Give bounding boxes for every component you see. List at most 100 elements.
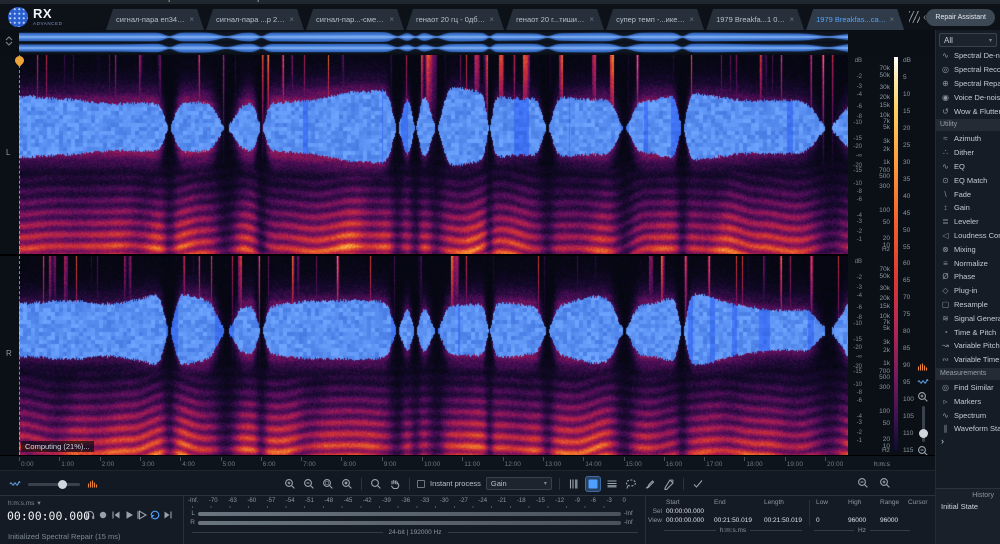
tab[interactable]: 1979 Breakfas...ca- st1 .wav× (806, 9, 904, 30)
time-frequency-selection-tool[interactable] (586, 477, 600, 491)
tab[interactable]: сигнал-пара ...р 2 и 3 .wav× (206, 9, 304, 30)
h-zoom-out-button[interactable] (856, 476, 870, 490)
module-item-phase[interactable]: ØPhase (936, 270, 1000, 284)
module-item-mixing[interactable]: ⊗Mixing (936, 242, 1000, 256)
module-list-expander[interactable]: › (936, 436, 1000, 450)
wave-db-label: -15 (848, 168, 862, 174)
brand-name: RX (33, 7, 62, 21)
brush-selection-tool[interactable] (643, 477, 657, 491)
record-button[interactable] (97, 509, 109, 521)
monitor-button[interactable] (84, 509, 96, 521)
h-zoom-in-button[interactable] (878, 476, 892, 490)
tab[interactable]: супер темп -...ике ст1.wav× (606, 9, 704, 30)
tab-close-icon[interactable]: × (289, 15, 294, 24)
waveform-view-icon[interactable] (8, 477, 22, 491)
playhead-line[interactable] (19, 55, 20, 455)
adaptive-mode-icon[interactable] (691, 477, 705, 491)
vertical-zoom-knob[interactable] (919, 429, 928, 438)
lasso-selection-tool[interactable] (624, 477, 638, 491)
hand-tool-button[interactable] (388, 477, 402, 491)
time-selection-tool[interactable] (567, 477, 581, 491)
overview-waveform-canvas[interactable] (19, 31, 848, 54)
spectrogram-canvas-right-channel[interactable] (19, 256, 848, 455)
menu-item[interactable]: Transport (145, 0, 183, 2)
repair-assistant-button[interactable]: Repair Assistant (926, 9, 995, 26)
tab-close-icon[interactable]: × (789, 15, 794, 24)
magnify-tool-button[interactable] (369, 477, 383, 491)
menu-item[interactable]: View (64, 0, 83, 2)
toolbar: Instant processGain▾ (0, 470, 935, 495)
module-item-waveform-statistics[interactable]: ∥Waveform Statistics (936, 422, 1000, 436)
module-item-voice-de-noise[interactable]: ◉Voice De-noise (936, 90, 1000, 104)
tab-close-icon[interactable]: × (389, 15, 394, 24)
tab-close-icon[interactable]: × (889, 15, 894, 24)
module-item-fade[interactable]: \Fade (936, 187, 1000, 201)
module-item-normalize[interactable]: ≡Normalize (936, 256, 1000, 270)
menu-item[interactable]: Window (198, 0, 230, 2)
time-display: 00:00:00.000 (7, 509, 90, 523)
tab[interactable]: 1979 Breakfa...1 0lleg.wav× (706, 9, 804, 30)
tab-overflow-icon[interactable] (909, 11, 920, 23)
module-item-spectral-recovery[interactable]: ◎Spectral Recovery (936, 63, 1000, 77)
play-selection-button[interactable] (136, 509, 148, 521)
module-item-variable-time[interactable]: ∾Variable Time (936, 353, 1000, 367)
module-item-resample[interactable]: ▢Resample (936, 298, 1000, 312)
zoom-in-button[interactable] (283, 477, 297, 491)
module-item-gain[interactable]: ↕Gain (936, 201, 1000, 215)
module-item-dither[interactable]: ∴Dither (936, 146, 1000, 160)
module-item-markers[interactable]: ▹Markers (936, 394, 1000, 408)
module-item-plug-in[interactable]: ◇Plug-in (936, 284, 1000, 298)
instant-process-checkbox[interactable] (417, 480, 425, 488)
tab[interactable]: сигнал-пара еп34.wav× (106, 9, 204, 30)
module-item-signal-generator[interactable]: ≋Signal Generator (936, 311, 1000, 325)
waveform-vertical-icon[interactable] (917, 376, 929, 388)
history-item[interactable]: Initial State (936, 501, 1000, 512)
spectrogram-canvas-left-channel[interactable] (19, 55, 848, 254)
tab-close-icon[interactable]: × (689, 15, 694, 24)
module-item-spectral-de-noise[interactable]: ∿Spectral De-noise (936, 49, 1000, 63)
overview-collapse-icon[interactable] (3, 35, 15, 47)
spectrogram-vertical-icon[interactable] (917, 361, 929, 373)
module-item-find-similar[interactable]: ◎Find Similar (936, 381, 1000, 395)
module-label: Spectral De-noise (954, 51, 1000, 60)
module-item-spectral-repair[interactable]: ⊕Spectral Repair (936, 77, 1000, 91)
process-select-dropdown[interactable]: Gain▾ (486, 477, 552, 490)
tab[interactable]: сигнал-пар...-смеш9.wav× (306, 9, 404, 30)
menu-item[interactable]: Help (244, 0, 263, 2)
zoom-out-button[interactable] (302, 477, 316, 491)
menu-item[interactable]: Edit (35, 0, 51, 2)
module-filter-dropdown[interactable]: All ▾ (939, 33, 997, 47)
module-item-loudness-control[interactable]: ◁Loudness Control (936, 229, 1000, 243)
menu-item[interactable]: File (6, 0, 21, 2)
menu-item[interactable]: Modules (97, 0, 131, 2)
module-item-wow-flutter[interactable]: ↺Wow & Flutter (936, 104, 1000, 118)
time-format-selector[interactable]: h:m:s.ms ▾ (8, 499, 41, 507)
module-item-eq[interactable]: ∿EQ (936, 160, 1000, 174)
frequency-selection-tool[interactable] (605, 477, 619, 491)
module-item-azimuth[interactable]: ≈Azimuth (936, 132, 1000, 146)
tab-close-icon[interactable]: × (489, 15, 494, 24)
play-button[interactable] (123, 509, 135, 521)
module-item-eq-match[interactable]: ⊙EQ Match (936, 173, 1000, 187)
go-to-start-button[interactable] (110, 509, 122, 521)
tab-close-icon[interactable]: × (189, 15, 194, 24)
zoom-fit-button[interactable] (340, 477, 354, 491)
blend-slider-knob[interactable] (58, 480, 67, 489)
module-item-spectrum[interactable]: ∿Spectrum (936, 408, 1000, 422)
tab[interactable]: генаот 20 г...тишина.wav× (506, 9, 604, 30)
module-item-variable-pitch[interactable]: ↝Variable Pitch (936, 339, 1000, 353)
tab-close-icon[interactable]: × (589, 15, 594, 24)
module-item-time-pitch[interactable]: ◔Time & Pitch (936, 325, 1000, 339)
vertical-zoom-slider[interactable] (922, 406, 925, 442)
spectrogram-view-icon[interactable] (86, 477, 100, 491)
zoom-selection-button[interactable] (321, 477, 335, 491)
magic-wand-selection-tool[interactable] (662, 477, 676, 491)
module-item-leveler[interactable]: ≣Leveler (936, 215, 1000, 229)
blend-slider[interactable] (28, 483, 80, 486)
timeline-ruler[interactable]: 0:001:002:003:004:005:006:007:008:009:00… (0, 455, 935, 470)
vertical-zoom-in-button[interactable] (917, 391, 929, 403)
go-to-end-button[interactable] (162, 509, 174, 521)
loop-button[interactable] (149, 509, 161, 521)
tab[interactable]: генаот 20 гц - 0дб.wav× (406, 9, 504, 30)
colorbar-label: 110 (903, 430, 913, 437)
